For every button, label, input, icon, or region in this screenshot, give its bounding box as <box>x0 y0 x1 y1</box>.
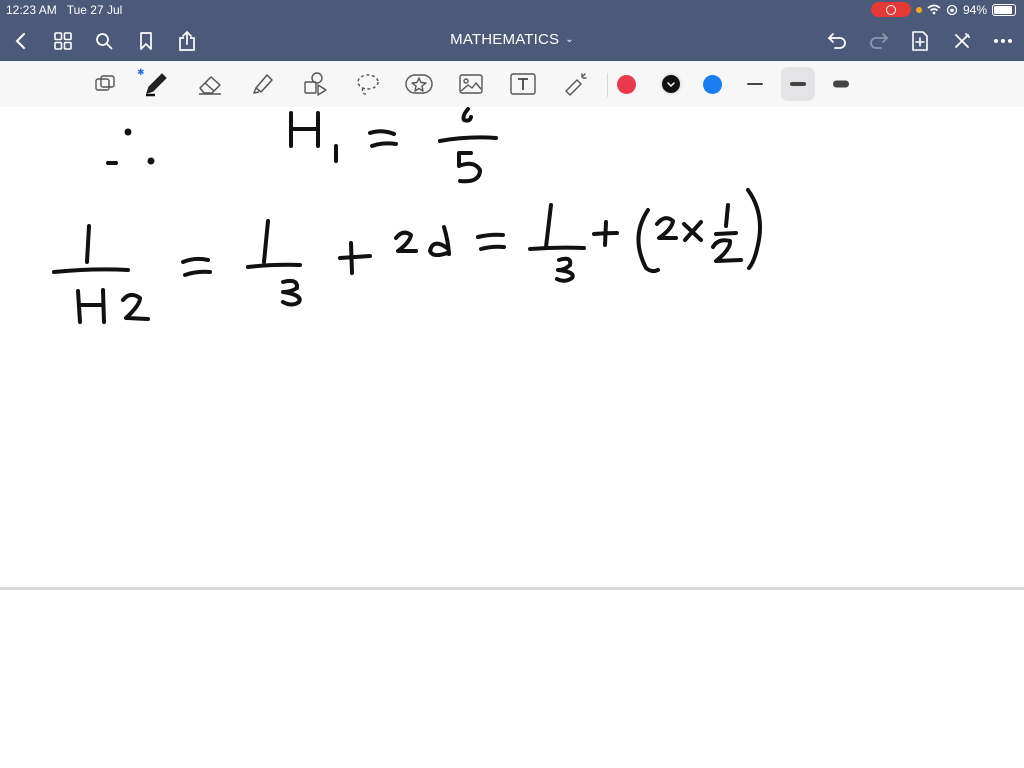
stroke-medium-icon[interactable] <box>783 69 813 99</box>
screen-recording-indicator[interactable] <box>870 2 911 17</box>
nav-bar: MATHEMATICS ⌄ <box>0 20 1024 61</box>
color-swatch-blue[interactable] <box>703 75 722 94</box>
eraser-icon[interactable] <box>195 69 225 99</box>
lasso-scan-icon[interactable] <box>90 69 120 99</box>
shapes-icon[interactable] <box>300 69 330 99</box>
stroke-thin-icon[interactable] <box>740 69 770 99</box>
battery-percent: 94% <box>962 2 987 17</box>
status-bar: 12:23 AM Tue 27 Jul 94% <box>0 0 1024 20</box>
undo-icon[interactable] <box>824 28 850 54</box>
lasso-icon[interactable] <box>353 69 383 99</box>
note-canvas[interactable] <box>0 107 1024 587</box>
close-icon[interactable] <box>949 28 975 54</box>
more-icon[interactable] <box>990 28 1016 54</box>
toolbar-divider <box>607 73 608 97</box>
wifi-icon <box>927 4 941 15</box>
color-swatch-red[interactable] <box>617 75 636 94</box>
image-icon[interactable] <box>456 69 486 99</box>
sticker-icon[interactable] <box>404 69 434 99</box>
status-time: 12:23 AM Tue 27 Jul <box>6 3 123 17</box>
orientation-lock-icon <box>946 4 958 15</box>
redo-icon[interactable] <box>866 28 892 54</box>
stroke-thick-icon[interactable] <box>826 69 856 99</box>
next-page-area[interactable] <box>0 590 1024 768</box>
chevron-down-icon: ⌄ <box>565 34 574 45</box>
battery-icon <box>992 3 1016 16</box>
pen-icon[interactable] <box>141 69 171 99</box>
mic-indicator-dot <box>915 6 922 13</box>
status-date: Tue 27 Jul <box>66 3 123 17</box>
add-page-icon[interactable] <box>907 28 933 54</box>
highlighter-icon[interactable] <box>248 69 278 99</box>
laser-pointer-icon[interactable] <box>561 69 591 99</box>
text-icon[interactable] <box>508 69 538 99</box>
color-swatch-black-selected[interactable] <box>660 73 682 95</box>
handwritten-math <box>52 107 762 324</box>
tool-bar: ✱ <box>0 61 1024 108</box>
